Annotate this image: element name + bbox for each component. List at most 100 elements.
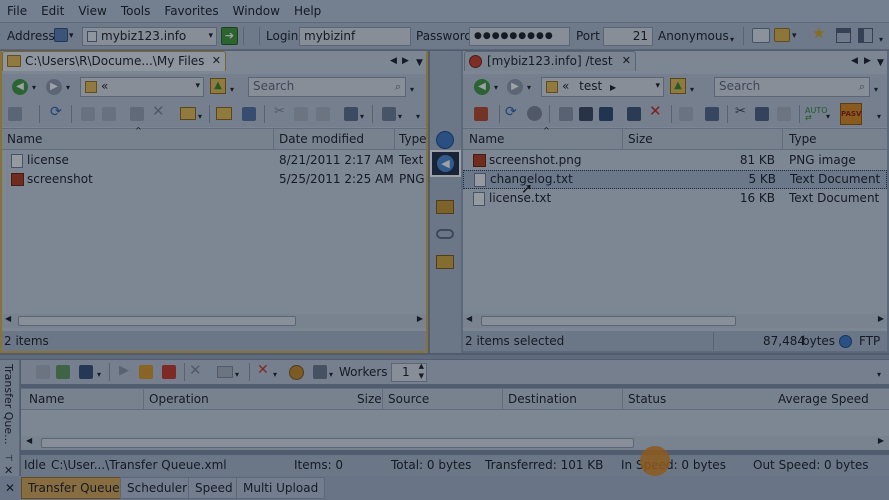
refresh-icon[interactable]: ⟳	[50, 104, 62, 120]
pane-splitter[interactable]	[0, 355, 889, 359]
scroll-right-icon[interactable]: ▶	[417, 314, 423, 323]
stop-icon[interactable]	[162, 365, 176, 379]
tab-list-icon[interactable]: ▼	[877, 55, 884, 71]
column-status[interactable]: Status	[628, 392, 666, 406]
forward-dropdown-icon[interactable]: ▾	[527, 80, 531, 96]
port-input[interactable]: 21	[603, 27, 653, 46]
tab-list-icon[interactable]: ▼	[416, 55, 423, 71]
properties-icon[interactable]	[627, 107, 641, 121]
menu-tools[interactable]: Tools	[114, 0, 158, 22]
terminal-icon[interactable]	[579, 107, 593, 121]
scroll-left-icon[interactable]: ◀	[26, 436, 32, 445]
path-dropdown-icon[interactable]: ▾	[195, 78, 200, 95]
path-chevron-icon[interactable]: ▶	[610, 83, 616, 92]
play-icon[interactable]: ▶	[119, 363, 129, 379]
scroll-thumb[interactable]	[481, 316, 736, 326]
address-input[interactable]: mybiz123.info ▾	[82, 27, 217, 46]
new-folder-icon[interactable]	[216, 107, 232, 120]
new-folder-icon[interactable]	[679, 107, 693, 121]
up-folder-icon[interactable]: ▲	[670, 78, 686, 94]
toolbar-overflow-icon[interactable]: ▾	[416, 109, 420, 125]
pause-icon[interactable]	[139, 365, 153, 379]
close-tab-icon[interactable]: ✕	[622, 52, 631, 70]
paste-icon[interactable]	[316, 107, 330, 121]
save-dropdown-icon[interactable]: ▾	[97, 367, 101, 383]
copy-path-icon[interactable]	[705, 107, 719, 121]
workers-icon[interactable]	[313, 365, 327, 379]
column-name[interactable]: Name	[7, 132, 42, 146]
folder-icon[interactable]	[774, 28, 790, 42]
delete-icon[interactable]: ✕	[649, 103, 662, 119]
refresh-icon[interactable]: ⟳	[505, 104, 517, 120]
view-options-icon[interactable]	[344, 107, 358, 121]
cut-icon[interactable]: ✂	[274, 104, 285, 120]
auto-dropdown-icon[interactable]: ▾	[826, 109, 830, 125]
site-icon[interactable]	[474, 107, 488, 121]
tab-remote[interactable]: [mybiz123.info] /test ✕	[464, 51, 636, 71]
panel-icon[interactable]	[8, 107, 22, 121]
remote-path-input[interactable]: « test ▶ ▾	[541, 77, 664, 97]
edit-icon[interactable]	[81, 107, 95, 121]
paste-icon[interactable]	[777, 107, 791, 121]
table-row[interactable]: screenshot 5/25/2011 2:25 AM PNG	[2, 170, 426, 189]
move-dropdown-icon[interactable]: ▾	[198, 109, 202, 125]
rename-icon[interactable]	[102, 107, 116, 121]
delete-icon[interactable]: ✕	[152, 103, 165, 119]
favorites-star-icon[interactable]: ★	[812, 25, 825, 41]
toolbar-more-icon[interactable]: ▾	[879, 32, 883, 48]
column-name[interactable]: Name	[469, 132, 504, 146]
tab-scroll-right-icon[interactable]: ▶	[402, 53, 409, 69]
search-icon[interactable]: ⌕	[859, 78, 865, 95]
up-dropdown-icon[interactable]: ▾	[230, 82, 234, 98]
column-name[interactable]: Name	[29, 392, 64, 406]
tab-speed[interactable]: Speed	[188, 477, 240, 499]
clear-dropdown-icon[interactable]: ▾	[273, 367, 277, 383]
back-dropdown-icon[interactable]: ▾	[494, 80, 498, 96]
toolbar-overflow-icon[interactable]: ▾	[877, 367, 881, 383]
download-button[interactable]: ◀	[430, 150, 461, 177]
layout-vertical-icon[interactable]	[858, 28, 873, 43]
tab-transfer-queue[interactable]: Transfer Queue	[21, 477, 127, 499]
folder-dropdown-icon[interactable]: ▾	[235, 367, 239, 383]
tab-local[interactable]: C:\Users\R\Docume...\My Files ✕	[2, 51, 226, 71]
protocol-dropdown-icon[interactable]: ▾	[69, 28, 74, 44]
view-options-dropdown-icon[interactable]: ▾	[360, 109, 364, 125]
copy-icon[interactable]	[294, 107, 308, 121]
scroll-right-icon[interactable]: ▶	[878, 436, 884, 445]
close-queue-icon[interactable]: ✕	[5, 481, 15, 495]
pasv-toggle[interactable]: PASV	[840, 103, 862, 125]
column-source[interactable]: Source	[388, 392, 429, 406]
anonymous-toggle[interactable]: Anonymous	[658, 28, 729, 44]
upload-icon[interactable]	[436, 131, 454, 149]
forward-icon[interactable]: ▶	[46, 79, 62, 95]
column-type[interactable]: Type	[399, 132, 427, 146]
scroll-thumb[interactable]	[18, 316, 296, 326]
back-dropdown-icon[interactable]: ▾	[32, 80, 36, 96]
folder-sync-icon[interactable]	[436, 200, 454, 214]
edit-icon[interactable]	[559, 107, 573, 121]
tab-multi-upload[interactable]: Multi Upload	[236, 477, 326, 499]
menu-window[interactable]: Window	[226, 0, 287, 22]
local-path-input[interactable]: « ▾	[80, 77, 204, 97]
cut-icon[interactable]: ✂	[735, 104, 746, 120]
properties-icon[interactable]	[130, 107, 144, 121]
link-icon[interactable]	[436, 229, 454, 239]
move-folder-icon[interactable]	[180, 107, 196, 120]
tab-scroll-left-icon[interactable]: ◀	[851, 53, 858, 69]
remote-horizontal-scrollbar[interactable]: ◀ ▶	[463, 314, 887, 328]
pin-icon[interactable]: ⊣	[5, 454, 13, 464]
remote-search-input[interactable]: Search ⌕	[714, 77, 870, 97]
menu-file[interactable]: File	[0, 0, 34, 22]
view-mode-icon[interactable]	[382, 107, 396, 121]
menu-view[interactable]: View	[71, 0, 113, 22]
table-row[interactable]: screenshot.png 81 KB PNG image	[463, 151, 887, 170]
toolbar-overflow-icon[interactable]: ▾	[877, 109, 881, 125]
column-operation[interactable]: Operation	[149, 392, 209, 406]
workers-input[interactable]: 1 ▲ ▼	[391, 363, 427, 382]
spin-icon[interactable]: ▲ ▼	[419, 364, 424, 381]
up-folder-icon[interactable]: ▲	[210, 78, 226, 94]
local-horizontal-scrollbar[interactable]: ◀ ▶	[2, 314, 426, 328]
column-size[interactable]: Size	[357, 392, 382, 406]
queue-open-icon[interactable]	[36, 365, 50, 379]
queue-add-icon[interactable]	[56, 365, 70, 379]
